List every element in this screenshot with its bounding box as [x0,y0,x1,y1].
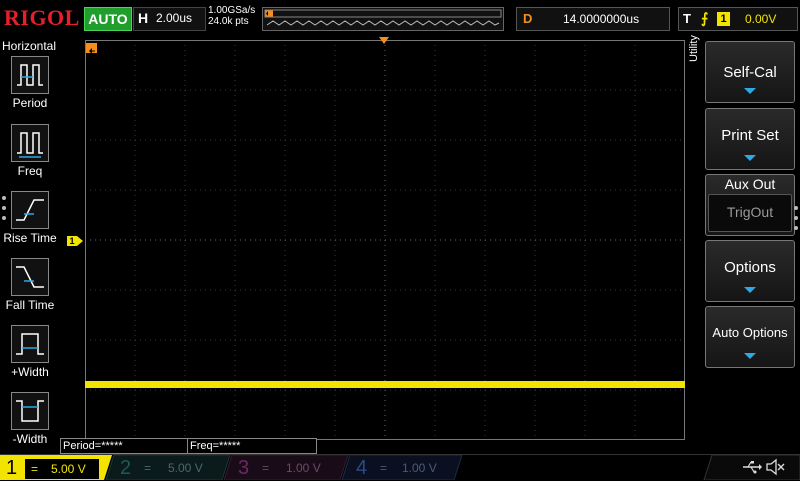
negative-width-icon [11,392,49,430]
channel-1-trace [85,381,685,388]
speaker-muted-icon[interactable] [765,458,785,476]
page-dot [2,196,6,200]
channel-scale: 5.00 V [51,462,86,476]
print-set-button[interactable]: Print Set [705,108,795,170]
button-label: Self-Cal [723,64,777,81]
measure-item-label: Fall Time [5,298,55,312]
delay-letter: D [523,11,533,26]
dc-coupling-icon: = [380,461,388,475]
channel-1-offset-marker[interactable]: 1 [67,236,77,246]
aux-out-value: TrigOut [726,204,774,220]
channel-scale-box: = 5.00 V [142,458,218,478]
measurement-period[interactable]: Period=***** [60,438,188,454]
dc-coupling-icon: = [144,461,152,475]
measure-menu-panel: Horizontal Period Freq Rise Time Fall Ti… [0,36,60,454]
channel-1-offset-arrow-icon [77,236,83,246]
positive-width-icon [11,325,49,363]
sample-rate: 1.00GSa/s [208,5,256,16]
trigger-position-marker [86,43,97,54]
period-icon [11,56,49,94]
page-dot [794,206,798,210]
aux-out-title: Aux Out [724,176,776,192]
channel-3-tab[interactable]: 3 = 1.00 V [232,456,342,480]
horizontal-letter: H [138,10,149,26]
measure-item-label: -Width [12,432,48,446]
measure-item-period[interactable]: Period [0,56,60,122]
trigger-letter: T [683,11,691,26]
frequency-icon [11,124,49,162]
channel-number: 1 [6,457,18,479]
auto-options-button[interactable]: Auto Options [705,306,795,368]
acquisition-info: 1.00GSa/s 24.0k pts [208,5,255,27]
horizontal-timebase-display[interactable]: H 2.00us [133,7,206,31]
trigger-source-badge: 1 [717,12,730,26]
grid-lines [85,40,685,440]
channel-scale: 1.00 V [286,461,321,475]
dc-coupling-icon: = [31,462,39,476]
page-dot [794,216,798,220]
aux-out-value-box: TrigOut [708,194,792,232]
chevron-down-icon [744,155,756,161]
channel-scale-box: = 5.00 V [24,458,100,480]
memory-depth: 24.0k pts [208,16,249,27]
channel-number: 2 [120,457,132,479]
measure-item-label: Freq [17,164,43,178]
channel-scale: 5.00 V [168,461,203,475]
memory-position-bar[interactable] [262,7,504,31]
channel-scale: 1.00 V [402,461,437,475]
page-dot [794,226,798,230]
measure-item-label: Rise Time [3,231,57,245]
dc-coupling-icon: = [262,461,270,475]
channel-1-tab[interactable]: 1 = 5.00 V [0,456,108,480]
button-label: Options [724,259,776,276]
menu-title: Utility [688,35,700,62]
button-label: Print Set [721,127,779,144]
measure-item-rise-time[interactable]: Rise Time [0,191,60,257]
aux-out-button[interactable]: Aux Out TrigOut [705,174,795,236]
chevron-down-icon [744,88,756,94]
timebase-value: 2.00us [156,11,193,25]
measure-item-label: Period [12,96,48,110]
channel-scale-box: = 1.00 V [260,458,336,478]
usb-icon [743,461,762,474]
measure-item-label: +Width [11,365,49,379]
self-cal-button[interactable]: Self-Cal [705,41,795,103]
measure-category-title[interactable]: Horizontal [2,39,56,53]
memory-waveform-icon [264,9,502,26]
fall-time-icon [11,258,49,296]
measurement-frequency[interactable]: Freq=***** [187,438,317,454]
chevron-down-icon [744,287,756,293]
delay-display[interactable]: D 14.0000000us [516,7,670,31]
options-button[interactable]: Options [705,240,795,302]
measure-item-fall-time[interactable]: Fall Time [0,258,60,324]
channel-4-tab[interactable]: 4 = 1.00 V [350,456,456,480]
channel-number: 4 [356,457,368,479]
waveform-grid[interactable] [85,40,685,440]
rising-edge-icon: ⨍ [701,10,709,26]
measure-item-frequency[interactable]: Freq [0,124,60,190]
button-label: Auto Options [712,325,788,340]
measure-item-negative-width[interactable]: -Width [0,392,60,458]
trigger-level-value: 0.00V [745,12,777,26]
trigger-time-marker-icon [379,37,389,44]
measure-item-positive-width[interactable]: +Width [0,325,60,391]
top-status-bar: RIGOL AUTO H 2.00us 1.00GSa/s 24.0k pts … [0,0,800,36]
rise-time-icon [11,191,49,229]
channel-scale-box: = 1.00 V [378,458,450,478]
page-dot [2,216,6,220]
channel-2-tab[interactable]: 2 = 5.00 V [114,456,224,480]
chevron-down-icon [744,353,756,359]
brand-logo: RIGOL [4,5,80,30]
delay-value: 14.0000000us [563,12,640,26]
page-dot [2,206,6,210]
run-status-badge[interactable]: AUTO [84,7,132,31]
channel-number: 3 [238,457,250,479]
trigger-display[interactable]: T ⨍ 1 0.00V [678,7,798,31]
